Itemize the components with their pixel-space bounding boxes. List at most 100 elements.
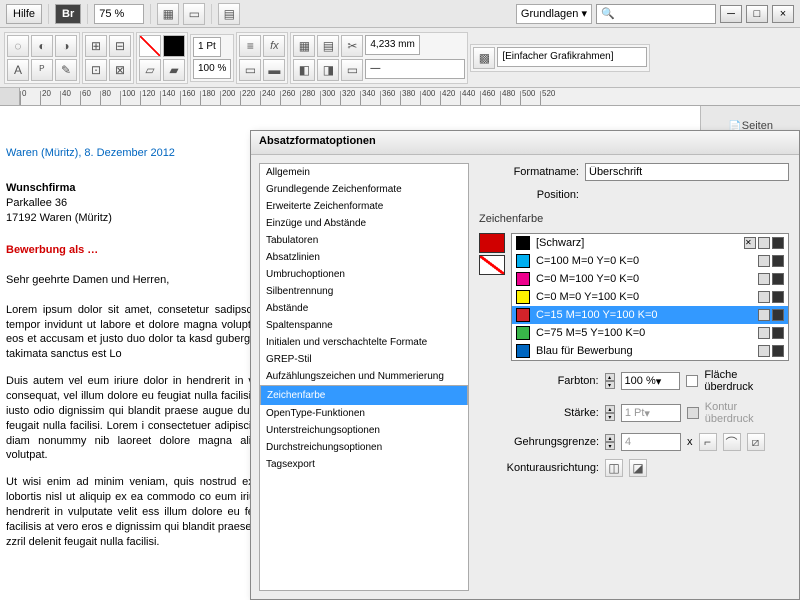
swatch-row[interactable]: C=75 M=5 Y=100 K=0 — [512, 324, 788, 342]
tool-icon[interactable]: ᴾ — [31, 59, 53, 81]
corner-icon[interactable]: ▭ — [341, 59, 363, 81]
swatch-row[interactable]: C=0 M=0 Y=100 K=0 — [512, 288, 788, 306]
category-item[interactable]: Tabulatoren — [260, 232, 468, 249]
category-item[interactable]: Abstände — [260, 300, 468, 317]
search-input[interactable]: 🔍 — [596, 4, 716, 24]
swatch-row[interactable]: [Schwarz]✕ — [512, 234, 788, 252]
align-icon[interactable]: ⊞ — [85, 35, 107, 57]
down-arrow-icon[interactable]: ▾ — [605, 442, 615, 450]
align-icon[interactable]: ⊟ — [109, 35, 131, 57]
tool-icon[interactable]: ◌ — [7, 35, 29, 57]
category-item[interactable]: OpenType-Funktionen — [260, 405, 468, 422]
up-arrow-icon[interactable]: ▴ — [605, 373, 615, 381]
top-menu-bar: Hilfe Br 75 % ▦ ▭ ▤ Grundlagen ▾ 🔍 ─ □ × — [0, 0, 800, 28]
tool-icon[interactable]: ◐ — [31, 35, 53, 57]
overprint-fill-label: Fläche überdruck — [704, 369, 789, 393]
arrange-icon[interactable]: ▤ — [218, 3, 240, 25]
swatch-row[interactable]: C=100 M=0 Y=0 K=0 — [512, 252, 788, 270]
overprint-fill-checkbox[interactable] — [686, 375, 698, 387]
paragraph-style-options-dialog: Absatzformatoptionen AllgemeinGrundlegen… — [250, 130, 800, 600]
category-item[interactable]: Einzüge und Abstände — [260, 215, 468, 232]
obj-style-icon[interactable]: ▩ — [473, 47, 495, 69]
category-item[interactable]: Zeichenfarbe — [260, 385, 468, 405]
frame-icon[interactable]: ▤ — [317, 35, 339, 57]
fill-stroke-proxy[interactable] — [479, 233, 505, 275]
tint-input[interactable]: 100 % ▾ — [621, 372, 681, 390]
close-button[interactable]: × — [772, 5, 794, 23]
category-item[interactable]: GREP-Stil — [260, 351, 468, 368]
corner-icon[interactable]: ◨ — [317, 59, 339, 81]
crop-icon[interactable]: ✂ — [341, 35, 363, 57]
frame-type[interactable]: — — [365, 59, 465, 79]
zoom-combo[interactable]: 75 % — [94, 4, 144, 24]
overprint-stroke-checkbox — [687, 407, 699, 419]
bridge-button[interactable]: Br — [55, 4, 81, 24]
maximize-button[interactable]: □ — [746, 5, 768, 23]
tool-icon[interactable]: ◑ — [55, 35, 77, 57]
stroke-align-label: Konturausrichtung: — [479, 462, 599, 474]
up-arrow-icon[interactable]: ▴ — [605, 405, 615, 413]
category-item[interactable]: Initialen und verschachtelte Formate — [260, 334, 468, 351]
fx-icon[interactable]: ≡ — [239, 35, 261, 57]
category-item[interactable]: Allgemein — [260, 164, 468, 181]
stroke-icon[interactable]: ▱ — [139, 59, 161, 81]
category-item[interactable]: Tagsexport — [260, 456, 468, 473]
screen-mode-icon[interactable]: ▭ — [183, 3, 205, 25]
tint-label: Farbton: — [479, 375, 599, 387]
category-item[interactable]: Absatzlinien — [260, 249, 468, 266]
category-item[interactable]: Grundlegende Zeichenformate — [260, 181, 468, 198]
join-miter-icon[interactable]: ⌐ — [699, 433, 717, 451]
align-icon[interactable]: ⊡ — [85, 59, 107, 81]
workspace-combo[interactable]: Grundlagen ▾ — [516, 4, 592, 24]
stroke-weight[interactable]: 1 Pt — [193, 37, 221, 57]
firm: Wunschfirma — [6, 182, 75, 194]
horizontal-ruler: 0204060801001201401601802002202402602803… — [0, 88, 800, 106]
fill-none-icon[interactable] — [139, 35, 161, 57]
join-bevel-icon[interactable]: ⧄ — [747, 433, 765, 451]
align-icon[interactable]: ⊠ — [109, 59, 131, 81]
tool-icon[interactable]: ✎ — [55, 59, 77, 81]
minimize-button[interactable]: ─ — [720, 5, 742, 23]
position-label: Position: — [479, 189, 579, 201]
down-arrow-icon[interactable]: ▾ — [605, 413, 615, 421]
wrap-icon[interactable]: ▬ — [263, 59, 285, 81]
category-list[interactable]: AllgemeinGrundlegende ZeichenformateErwe… — [259, 163, 469, 591]
swatch-row[interactable]: C=0 M=100 Y=0 K=0 — [512, 270, 788, 288]
category-item[interactable]: Unterstreichungsoptionen — [260, 422, 468, 439]
overprint-stroke-label: Kontur überdruck — [705, 401, 789, 425]
control-panel: ◌◐◑Aᴾ✎ ⊞⊟⊡⊠ ▱▰ 1 Pt100 % ≡fx▭▬ ▦▤✂4,233 … — [0, 28, 800, 88]
tool-icon[interactable]: A — [7, 59, 29, 81]
down-arrow-icon[interactable]: ▾ — [605, 381, 615, 389]
join-round-icon[interactable]: ⌒ — [723, 433, 741, 451]
category-item[interactable]: Spaltenspanne — [260, 317, 468, 334]
category-item[interactable]: Silbentrennung — [260, 283, 468, 300]
section-title: Zeichenfarbe — [479, 213, 789, 225]
formatname-label: Formatname: — [479, 166, 579, 178]
fill-swatch[interactable] — [479, 233, 505, 253]
align-center-icon[interactable]: ◫ — [605, 459, 623, 477]
object-style[interactable]: [Einfacher Grafikrahmen] — [497, 47, 647, 67]
formatname-input[interactable] — [585, 163, 789, 181]
category-item[interactable]: Aufzählungszeichen und Nummerierung — [260, 368, 468, 385]
stroke-input: 1 Pt ▾ — [621, 404, 681, 422]
category-item[interactable]: Umbruchoptionen — [260, 266, 468, 283]
up-arrow-icon[interactable]: ▴ — [605, 434, 615, 442]
fx-icon[interactable]: fx — [263, 35, 285, 57]
stroke-icon[interactable]: ▰ — [163, 59, 185, 81]
view-mode-icon[interactable]: ▦ — [157, 3, 179, 25]
category-item[interactable]: Durchstreichungsoptionen — [260, 439, 468, 456]
wrap-icon[interactable]: ▭ — [239, 59, 261, 81]
opacity[interactable]: 100 % — [193, 59, 231, 79]
fill-black-icon[interactable] — [163, 35, 185, 57]
corner-icon[interactable]: ◧ — [293, 59, 315, 81]
swatch-row[interactable]: C=15 M=100 Y=100 K=0 — [512, 306, 788, 324]
frame-icon[interactable]: ▦ — [293, 35, 315, 57]
swatch-row[interactable]: Blau für Bewerbung — [512, 342, 788, 360]
swatch-list[interactable]: [Schwarz]✕C=100 M=0 Y=0 K=0C=0 M=100 Y=0… — [511, 233, 789, 361]
category-item[interactable]: Erweiterte Zeichenformate — [260, 198, 468, 215]
miter-input: 4 — [621, 433, 681, 451]
align-inside-icon[interactable]: ◪ — [629, 459, 647, 477]
width-input[interactable]: 4,233 mm — [365, 35, 419, 55]
stroke-swatch[interactable] — [479, 255, 505, 275]
help-button[interactable]: Hilfe — [6, 4, 42, 24]
